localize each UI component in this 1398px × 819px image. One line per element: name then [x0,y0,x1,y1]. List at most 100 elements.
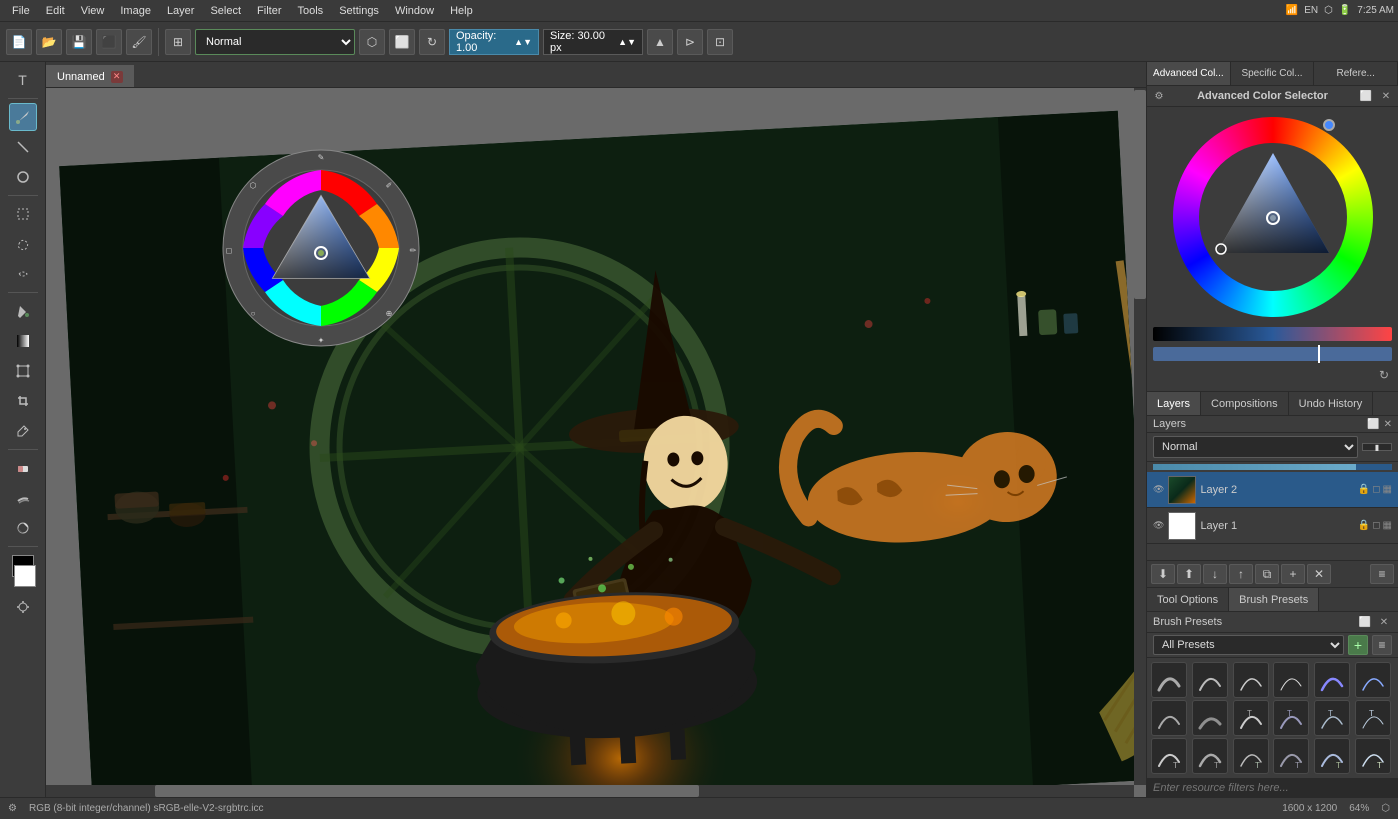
brush-preset-4[interactable] [1273,662,1309,698]
layer-lock-icon-1[interactable]: 🔒 [1358,520,1370,531]
tab-close-btn[interactable]: ✕ [111,71,123,83]
color-triangle-svg[interactable] [1199,143,1347,291]
zoom-adjust-icon[interactable]: ⬡ [1381,803,1390,814]
layer-add-btn[interactable]: + [1281,564,1305,584]
tool-color-picker[interactable] [9,417,37,445]
menu-window[interactable]: Window [387,0,442,21]
tool-freehand-select[interactable] [9,230,37,258]
document-tab[interactable]: Unnamed ✕ [46,65,134,87]
export-btn[interactable]: ⬛ [96,29,122,55]
expand-btn[interactable]: ⬜ [389,29,415,55]
menu-view[interactable]: View [73,0,113,21]
brush-preset-9[interactable]: T [1233,700,1269,736]
layer-delete-btn[interactable]: ✕ [1307,564,1331,584]
tool-contiguous-select[interactable] [9,260,37,288]
layer-alpha-icon-1[interactable]: ◻ [1372,520,1380,531]
pressure-btn[interactable]: ▲ [647,29,673,55]
brush-close-icon[interactable]: ✕ [1376,614,1392,630]
brush-preset-15[interactable]: T [1233,738,1269,774]
menu-tools[interactable]: Tools [290,0,332,21]
tool-freehand-brush[interactable] [9,103,37,131]
color-result-bar[interactable] [1153,347,1392,361]
layer-copy-up-btn[interactable]: ⬆ [1177,564,1201,584]
layer-move-down-btn[interactable]: ↓ [1203,564,1227,584]
layer-visibility-1[interactable]: 👁 [1153,520,1164,531]
brush-preset-13[interactable]: T [1151,738,1187,774]
brush-preset-11[interactable]: T [1314,700,1350,736]
tab-layers[interactable]: Layers [1147,392,1201,415]
brush-preset-16[interactable]: T [1273,738,1309,774]
menu-edit[interactable]: Edit [38,0,73,21]
layer-duplicate-btn[interactable]: ⧉ [1255,564,1279,584]
brush-preset-3[interactable] [1233,662,1269,698]
layer-alpha-icon-2[interactable]: ◻ [1372,484,1380,495]
layer-opacity-indicator[interactable]: ▮ [1362,443,1392,451]
menu-filter[interactable]: Filter [249,0,289,21]
hue-wheel-container[interactable] [1153,113,1392,321]
layer-item-2[interactable]: 👁 Layer 2 🔒 ◻ ▦ [1147,472,1398,508]
size-stepper[interactable]: ▲▼ [618,37,636,47]
open-btn[interactable]: 📂 [36,29,62,55]
brush-preset-17[interactable]: T [1314,738,1350,774]
canvas-scroll-v[interactable] [1134,88,1146,785]
brush-preset-8[interactable] [1192,700,1228,736]
opacity-field[interactable]: Opacity: 1.00 ▲▼ [449,29,539,55]
canvas-hscroll-thumb[interactable] [155,785,699,797]
cs-settings-icon[interactable]: ⚙ [1151,88,1167,104]
layers-close-icon[interactable]: ✕ [1384,419,1392,430]
brush-preset-7[interactable] [1151,700,1187,736]
refresh-btn[interactable]: ↻ [419,29,445,55]
brush-preset-5[interactable] [1314,662,1350,698]
cs-close-icon[interactable]: ✕ [1378,88,1394,104]
layer-opacity-bar[interactable] [1153,464,1392,470]
brush-more-btn[interactable]: ≡ [1372,635,1392,655]
canvas-scroll-h[interactable] [46,785,1134,797]
layer-more-btn[interactable]: ≡ [1370,564,1394,584]
tab-brush-presets[interactable]: Brush Presets [1229,588,1319,611]
color-gradient-bar[interactable] [1153,327,1392,341]
brush-icon-btn[interactable]: 🖌 [126,29,152,55]
tool-ellipse[interactable] [9,163,37,191]
hue-selector[interactable] [1323,119,1335,131]
color-wheel-overlay[interactable]: ✎ ✐ ✏ ⊕ ✦ ○ ◻ ⬡ [221,148,421,348]
brush-expand-icon[interactable]: ⬜ [1357,614,1373,630]
menu-select[interactable]: Select [202,0,249,21]
brush-filter-input[interactable] [1147,778,1398,797]
layer-copy-down-btn[interactable]: ⬇ [1151,564,1175,584]
flip-btn[interactable]: ⊡ [707,29,733,55]
tool-eraser[interactable] [9,454,37,482]
brush-preset-12[interactable]: T [1355,700,1391,736]
layer-filter-icon-1[interactable]: ▦ [1383,520,1392,531]
layer-visibility-2[interactable]: 👁 [1153,484,1164,495]
tool-paint-bucket[interactable] [9,297,37,325]
grid-btn[interactable]: ⊞ [165,29,191,55]
menu-image[interactable]: Image [112,0,159,21]
brush-preset-18[interactable]: T [1355,738,1391,774]
size-field[interactable]: Size: 30.00 px ▲▼ [543,29,643,55]
layer-lock-icon-2[interactable]: 🔒 [1358,484,1370,495]
layer-filter-icon-2[interactable]: ▦ [1383,484,1392,495]
status-icon[interactable]: ⚙ [8,803,17,814]
canvas-viewport[interactable]: ✎ ✐ ✏ ⊕ ✦ ○ ◻ ⬡ [46,88,1146,797]
mirror-btn[interactable]: ⊳ [677,29,703,55]
layers-expand-icon[interactable]: ⬜ [1367,419,1379,430]
layer-item-1[interactable]: 👁 Layer 1 🔒 ◻ ▦ [1147,508,1398,544]
menu-file[interactable]: File [4,0,38,21]
tab-specific-color[interactable]: Specific Col... [1231,62,1315,85]
tab-reference[interactable]: Refere... [1314,62,1398,85]
tool-line[interactable] [9,133,37,161]
new-btn[interactable]: 📄 [6,29,32,55]
tab-undo-history[interactable]: Undo History [1289,392,1374,415]
layer-move-up-btn[interactable]: ↑ [1229,564,1253,584]
cs-expand-icon[interactable]: ⬜ [1358,88,1374,104]
background-color[interactable] [14,565,36,587]
brush-preset-1[interactable] [1151,662,1187,698]
brush-preset-10[interactable]: T [1273,700,1309,736]
save-btn[interactable]: 💾 [66,29,92,55]
brush-preset-filter-select[interactable]: All Presets Inking Painting Texture [1153,635,1344,655]
brush-preset-14[interactable]: T [1192,738,1228,774]
tool-text[interactable]: T [9,66,37,94]
tab-compositions[interactable]: Compositions [1201,392,1289,415]
tool-gradient[interactable] [9,327,37,355]
menu-help[interactable]: Help [442,0,481,21]
